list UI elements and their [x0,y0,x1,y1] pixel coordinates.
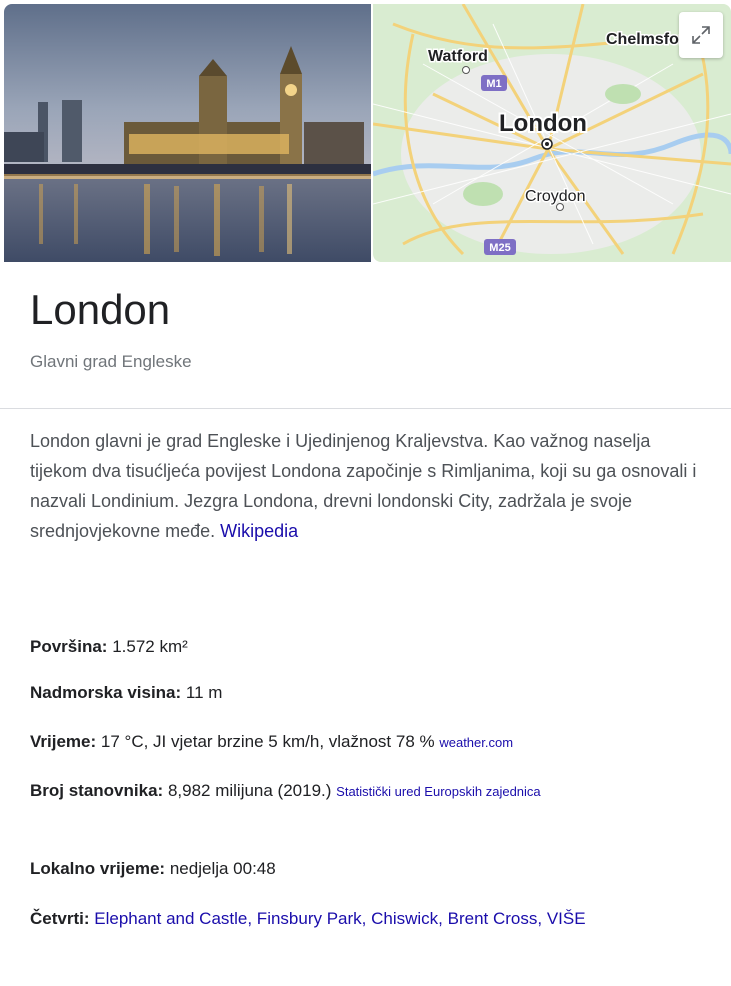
description-text: London glavni je grad Engleske i Ujedinj… [30,431,697,541]
entity-description: London glavni je grad Engleske i Ujedinj… [30,426,710,546]
fact-value: 11 m [185,683,223,702]
m1-shield: M1 [486,78,501,90]
fact-value: 1.572 km² [112,637,188,656]
fact-elevation: Nadmorska visina: 11 m [30,680,720,706]
map-label-watford: Watford [428,48,488,65]
districts-links[interactable]: Elephant and Castle, Finsbury Park, Chis… [94,909,542,928]
london-map[interactable]: M1 M25 Watford Chelmsford London Croydon [373,4,731,262]
more-districts-link[interactable]: VIŠE [547,909,586,928]
entity-subtitle: Glavni grad Engleske [30,352,192,371]
map-label-croydon: Croydon [525,188,585,205]
media-strip: M1 M25 Watford Chelmsford London Croydon [4,4,731,262]
fact-local-time: Lokalno vrijeme: nedjelja 00:48 [30,856,720,882]
expand-map-button[interactable] [679,12,723,58]
entity-title: London [30,286,171,333]
weather-source-link[interactable]: weather.com [439,735,513,750]
fact-label: Površina: [30,637,108,656]
map-canvas: M1 M25 Watford Chelmsford London Croydon [373,4,731,262]
divider [0,408,731,409]
fact-area: Površina: 1.572 km² [30,634,720,660]
m25-shield: M25 [489,242,510,254]
london-photo[interactable] [4,4,371,262]
fact-label: Broj stanovnika: [30,781,164,800]
map-label-london: London [499,110,587,137]
fact-label: Nadmorska visina: [30,683,182,702]
fact-districts: Četvrti: Elephant and Castle, Finsbury P… [30,903,720,935]
westminster-image [4,4,371,262]
fact-label: Lokalno vrijeme: [30,859,166,878]
fact-value: nedjelja 00:48 [169,859,276,878]
fact-value: 8,982 milijuna (2019.) [167,781,332,800]
wikipedia-link[interactable]: Wikipedia [220,521,298,541]
expand-icon [692,26,710,44]
fact-weather: Vrijeme: 17 °C, JI vjetar brzine 5 km/h,… [30,729,720,756]
fact-value: 17 °C, JI vjetar brzine 5 km/h, vlažnost… [100,732,435,751]
fact-population: Broj stanovnika: 8,982 milijuna (2019.) … [30,776,720,807]
fact-label: Četvrti: [30,909,90,928]
fact-label: Vrijeme: [30,732,97,751]
population-source-link[interactable]: Statistički ured Europskih zajednica [336,784,541,799]
